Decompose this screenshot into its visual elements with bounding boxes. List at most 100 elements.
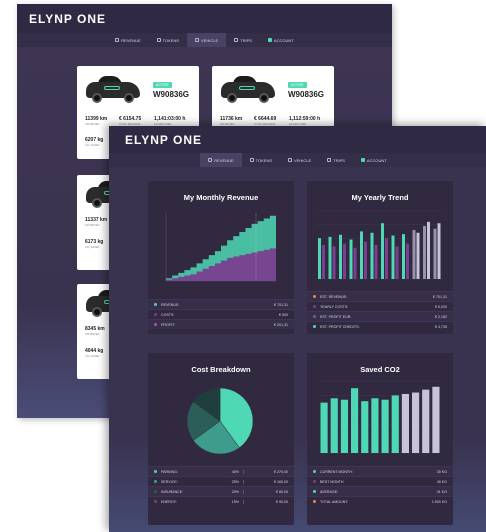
legend-value: € 4,735 <box>435 324 447 329</box>
co2-bar <box>432 386 440 453</box>
legend-dot <box>313 490 316 493</box>
saved-co2-panel: Saved CO2 CURRENT MONTH: 35 KG BEST MONTH… <box>307 353 453 525</box>
nav-account[interactable]: ACCOUNT <box>260 33 302 47</box>
token-icon <box>249 158 254 162</box>
monthly-legend: REVENUE: € 701,31 COSTS: € 500 PROFIT: € 20… <box>148 299 294 329</box>
bar-yearly-costs <box>322 245 325 279</box>
dashboard: My Monthly Revenue REVENUE: € 701,31 COST… <box>109 167 486 532</box>
legend-value: € 701,31 <box>274 302 288 307</box>
nav-label: TRIPS <box>333 157 345 163</box>
legend-dot <box>313 305 316 308</box>
km-driven-value: 11736 km <box>220 116 243 122</box>
legend-dot <box>154 500 157 503</box>
bar-profit-credits <box>328 236 332 279</box>
nav-trips[interactable]: TRIPS <box>319 153 353 167</box>
co2-saved-label: CO₂ SAVED <box>85 355 100 358</box>
legend-row-insurance: INSURANCE: 20% € 80,00 <box>148 486 294 496</box>
nav-revenue[interactable]: REVENUE <box>200 153 242 167</box>
legend-row-parking: PARKING: 40% € 270,00 <box>148 466 294 476</box>
km-driven-value: 8345 km <box>85 326 105 332</box>
co2-bar <box>330 398 338 453</box>
legend-dot <box>154 490 157 493</box>
bar-profit-credits <box>370 232 374 279</box>
bar-yearly-costs <box>437 223 441 279</box>
legend-row-yearly-costs: YEARLY COSTS: € 6,000 <box>307 301 453 311</box>
legend-name: COSTS: <box>161 312 175 317</box>
legend-name: CURRENT MONTH: <box>320 469 353 474</box>
km-driven-value: 11399 km <box>85 116 108 122</box>
nav-label: TOKENS <box>162 37 180 43</box>
legend-row-average: AVERAGE: 41 KG <box>307 486 453 496</box>
token-icon <box>156 38 161 42</box>
legend-name: PARKING: <box>161 469 178 474</box>
top-bar: ELYNP ONE <box>17 4 392 33</box>
hours-used-value: 1,112:59:00 h <box>289 116 321 122</box>
legend-dot <box>313 325 316 328</box>
legend-row-best-month: BEST MONTH 48 KG <box>307 476 453 486</box>
legend-value: € 701,31 <box>433 294 447 299</box>
nav-label: VEHICLE <box>294 157 312 163</box>
co2-saved-label: CO₂ SAVED <box>85 246 100 249</box>
app-logo[interactable]: ELYNP ONE <box>125 133 202 147</box>
co2-bar <box>422 389 430 453</box>
legend-name: EST. PROFIT CREDITS: <box>320 324 360 329</box>
bar-profit-credits <box>412 230 416 279</box>
legend-row-current-month: CURRENT MONTH: 35 KG <box>307 466 453 476</box>
legend-value: € 6,000 <box>435 304 447 309</box>
legend-dot <box>154 313 157 316</box>
km-driven-label: KM DRIVEN <box>85 333 100 336</box>
bar-profit-credits <box>349 239 353 279</box>
bar-yearly-costs <box>343 243 346 279</box>
license-plate: W90836G <box>153 90 190 99</box>
bar-profit-credits <box>402 234 405 279</box>
legend-name: BEST MONTH <box>320 479 344 484</box>
legend-value: 35 KG <box>436 469 447 474</box>
nav-vehicle[interactable]: VEHICLE <box>280 153 319 167</box>
hours-used-value: 1,141:03:00 h <box>154 116 186 122</box>
nav-label: ACCOUNT <box>273 37 294 43</box>
nav-vehicle[interactable]: VEHICLE <box>187 33 227 47</box>
legend-name: REVENUE: <box>161 302 180 307</box>
nav-label: ACCOUNT <box>366 157 387 163</box>
nav-label: VEHICLE <box>201 37 219 43</box>
legend-dot <box>154 323 157 326</box>
legend-row-est-profit-credits: EST. PROFIT CREDITS: € 4,735 <box>307 321 453 331</box>
bar-profit-credits <box>318 238 321 279</box>
co2-saved-value: 6207 kg <box>85 137 104 143</box>
cost-legend: PARKING: 40% € 270,00 SERVICE: 25% € 160,00 … <box>148 466 294 506</box>
co2-bar <box>391 395 399 453</box>
legend-row-energy: ENERGY: 15% € 50,00 <box>148 496 294 506</box>
legend-value: € 500 <box>279 312 288 317</box>
nav-tokens[interactable]: TOKENS <box>242 153 280 167</box>
trips-icon <box>327 158 332 162</box>
car-icon <box>195 38 200 42</box>
legend-name: AVERAGE: <box>320 489 339 494</box>
status-badge: ACTIVE <box>288 82 307 88</box>
bar-yearly-costs <box>406 243 409 279</box>
chart-icon <box>208 158 213 162</box>
legend-dot <box>154 303 157 306</box>
legend-percent: 25% <box>219 479 244 484</box>
bar-yearly-costs <box>332 246 336 279</box>
nav-account[interactable]: ACCOUNT <box>353 153 395 167</box>
legend-value: 41 KG <box>436 489 447 494</box>
trips-icon <box>234 38 239 42</box>
legend-row-est-revenue: EST. REVENUE: € 701,31 <box>307 291 453 301</box>
total-revenue-value: € 6644.69 <box>254 116 277 122</box>
legend-name: EST. PROFIT EUR: <box>320 314 352 319</box>
legend-row-total-amount: TOTAL AMOUNT: 1.500 KG <box>307 496 453 506</box>
nav-tokens[interactable]: TOKENS <box>149 33 187 47</box>
bar-profit-credits <box>433 228 437 279</box>
nav-label: TOKENS <box>255 157 273 163</box>
legend-value: € 2,182 <box>435 314 447 319</box>
nav-trips[interactable]: TRIPS <box>226 33 260 47</box>
yearly-trend-panel: My Yearly Trend EST. REVENUE: € 701,31 YE… <box>307 181 453 334</box>
co2-bar <box>351 388 359 453</box>
nav-revenue[interactable]: REVENUE <box>107 33 148 47</box>
legend-dot <box>313 470 316 473</box>
bar-yearly-costs <box>374 245 378 279</box>
bar-profit-credits <box>423 225 426 279</box>
legend-name: EST. REVENUE: <box>320 294 347 299</box>
legend-value: € 201,31 <box>274 322 288 327</box>
app-logo[interactable]: ELYNP ONE <box>29 12 106 26</box>
